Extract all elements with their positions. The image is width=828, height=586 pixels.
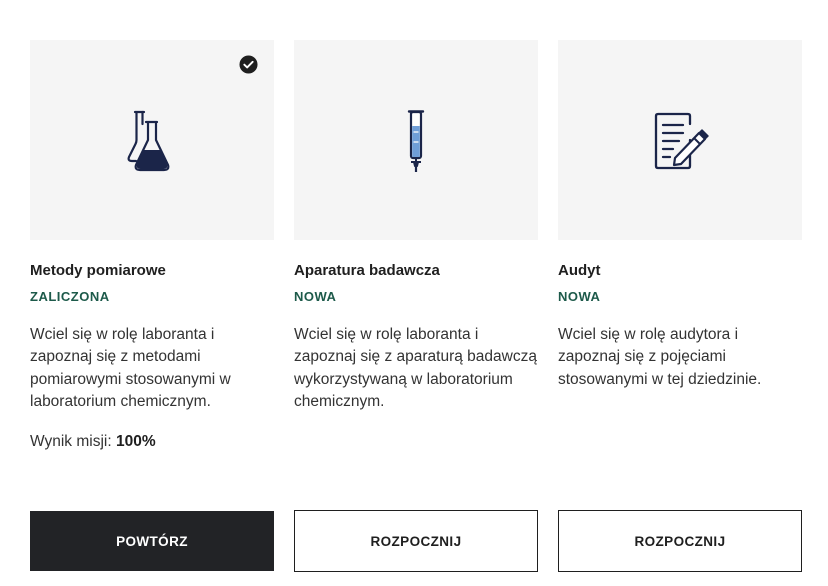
mission-card-audyt: Audyt NOWA Wciel się w rolę audytora i z…: [558, 40, 802, 574]
mission-status: NOWA: [294, 289, 337, 304]
mission-card-aparatura-badawcza: Aparatura badawcza NOWA Wciel się w rolę…: [294, 40, 538, 574]
mission-result-value: 100%: [115, 433, 156, 450]
start-button[interactable]: ROZPOCZNIJ: [294, 510, 538, 572]
mission-thumbnail: [294, 40, 538, 240]
mission-thumbnail: [30, 40, 274, 240]
document-pen-icon: [654, 112, 709, 170]
mission-result-label: Wynik misji:: [30, 433, 112, 450]
flask-icon: [127, 110, 170, 172]
mission-description: Wciel się w rolę laboranta i zapoznaj si…: [294, 326, 537, 410]
mission-description: Wciel się w rolę laboranta i zapoznaj si…: [30, 326, 231, 410]
mission-title: Aparatura badawcza: [294, 262, 440, 279]
mission-title: Metody pomiarowe: [30, 262, 166, 279]
burette-icon: [407, 110, 425, 172]
repeat-button[interactable]: POWTÓRZ: [30, 511, 274, 571]
start-button[interactable]: ROZPOCZNIJ: [558, 510, 802, 572]
mission-status: NOWA: [558, 289, 601, 304]
mission-card-metody-pomiarowe: Metody pomiarowe ZALICZONA Wciel się w r…: [30, 40, 274, 574]
mission-result: Wynik misji: 100%: [30, 433, 156, 451]
mission-thumbnail: [558, 40, 802, 240]
mission-status: ZALICZONA: [30, 289, 110, 304]
mission-description: Wciel się w rolę audytora i zapoznaj się…: [558, 326, 762, 388]
mission-title: Audyt: [558, 262, 601, 279]
check-badge-icon: [239, 55, 258, 74]
